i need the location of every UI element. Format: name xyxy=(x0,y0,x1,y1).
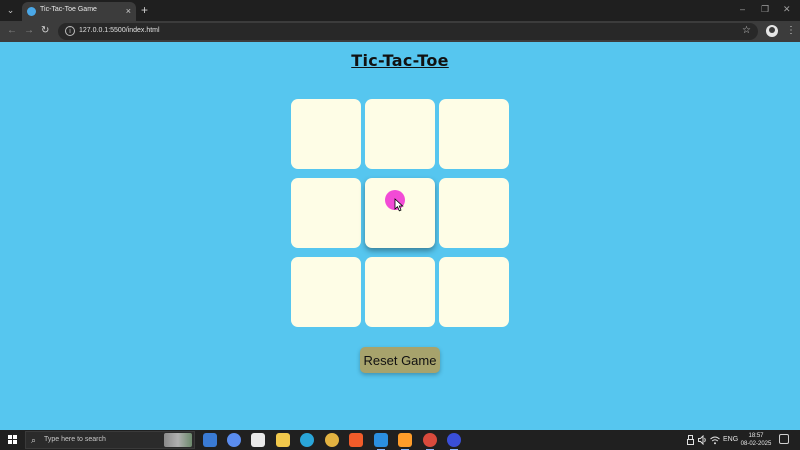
sublime-text-icon[interactable] xyxy=(398,433,412,450)
clock-time: 18:57 xyxy=(748,433,764,439)
taskbar-search-box[interactable]: ⌕ Type here to search xyxy=(25,431,195,449)
page-viewport: Tic-Tac-Toe Reset Game xyxy=(0,42,800,430)
bookmark-star-icon[interactable]: ☆ xyxy=(742,25,751,37)
search-icon: ⌕ xyxy=(31,435,37,445)
search-highlight-image xyxy=(164,433,192,447)
chrome-icon[interactable] xyxy=(325,433,339,447)
close-window-button[interactable]: ✕ xyxy=(783,3,791,15)
windows-taskbar: ⌕ Type here to search ENG 18:57 08-02-20… xyxy=(0,430,800,450)
back-icon[interactable]: ← xyxy=(7,25,17,37)
forward-icon[interactable]: → xyxy=(24,25,34,37)
brave-icon[interactable] xyxy=(349,433,363,447)
profile-avatar-icon[interactable] xyxy=(766,25,778,37)
usb-icon[interactable] xyxy=(687,435,694,445)
tab-search-icon[interactable]: ⌄ xyxy=(4,4,17,17)
edge-icon[interactable] xyxy=(300,433,314,447)
windows-start-icon[interactable] xyxy=(8,435,17,444)
board-cell-1[interactable] xyxy=(291,99,361,169)
board-cell-9[interactable] xyxy=(439,257,509,327)
url-text[interactable]: 127.0.0.1:5500/index.html xyxy=(79,27,160,34)
board-cell-3[interactable] xyxy=(439,99,509,169)
new-tab-button[interactable]: + xyxy=(141,3,148,17)
wifi-icon[interactable] xyxy=(710,435,720,445)
favicon-icon xyxy=(27,7,36,16)
windows-security-icon[interactable] xyxy=(203,433,217,447)
maximize-button[interactable]: ❐ xyxy=(761,3,769,15)
chrome-profile-icon[interactable] xyxy=(423,433,437,450)
tab-close-icon[interactable]: × xyxy=(126,5,131,17)
copilot-icon[interactable] xyxy=(227,433,241,447)
taskbar-clock[interactable]: 18:57 08-02-2025 xyxy=(738,432,774,448)
reset-game-button[interactable]: Reset Game xyxy=(360,347,440,373)
speaker-icon[interactable] xyxy=(698,435,707,445)
board-cell-4[interactable] xyxy=(291,178,361,248)
language-indicator[interactable]: ENG xyxy=(723,435,738,445)
clock-date: 08-02-2025 xyxy=(740,441,772,447)
board-cell-7[interactable] xyxy=(291,257,361,327)
game-board xyxy=(291,99,509,327)
reload-icon[interactable]: ↻ xyxy=(41,25,49,37)
vscode-icon[interactable] xyxy=(374,433,388,450)
minimize-button[interactable]: – xyxy=(740,3,745,15)
notification-center-icon[interactable] xyxy=(779,434,789,444)
board-cell-2[interactable] xyxy=(365,99,435,169)
calendar-icon[interactable] xyxy=(251,433,265,447)
browser-toolbar: ← → ↻ i 127.0.0.1:5500/index.html ☆ ⋮ xyxy=(0,21,800,42)
file-explorer-icon[interactable] xyxy=(276,433,290,447)
address-bar[interactable]: i 127.0.0.1:5500/index.html ☆ xyxy=(58,23,758,40)
search-placeholder: Type here to search xyxy=(44,436,106,443)
browser-tab[interactable]: Tic-Tac-Toe Game × xyxy=(22,2,136,21)
board-cell-6[interactable] xyxy=(439,178,509,248)
screen-recorder-icon[interactable] xyxy=(447,433,461,450)
mouse-pointer-icon xyxy=(394,198,404,212)
tab-title: Tic-Tac-Toe Game xyxy=(40,6,97,13)
browser-tab-strip: ⌄ Tic-Tac-Toe Game × + – ❐ ✕ xyxy=(0,0,800,21)
browser-menu-icon[interactable]: ⋮ xyxy=(786,25,796,37)
board-cell-5[interactable] xyxy=(365,178,435,248)
board-cell-8[interactable] xyxy=(365,257,435,327)
site-info-icon[interactable]: i xyxy=(65,26,75,36)
page-title: Tic-Tac-Toe xyxy=(351,51,449,70)
